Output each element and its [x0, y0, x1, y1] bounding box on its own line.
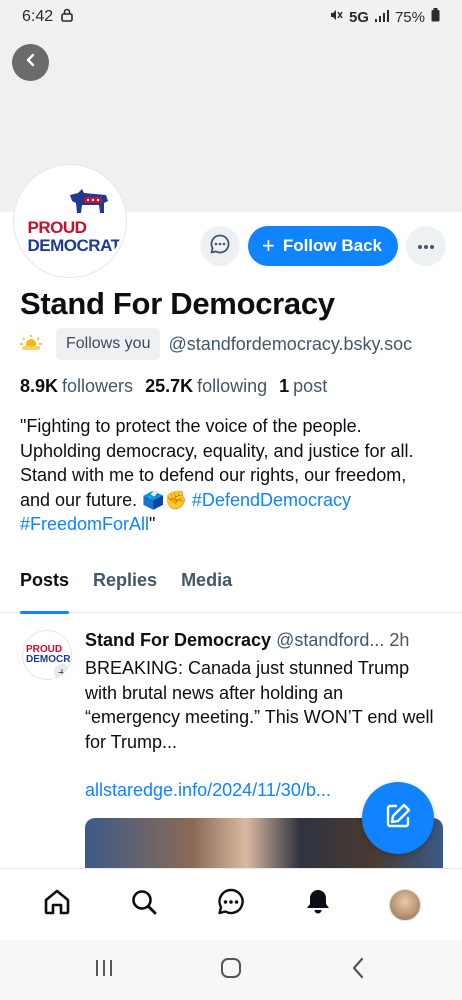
- profile-handle[interactable]: @standfordemocracy.bsky.soc: [168, 334, 412, 355]
- message-button[interactable]: [199, 226, 240, 266]
- back-system-button[interactable]: [338, 950, 378, 990]
- lock-icon: [61, 8, 73, 27]
- profile-actions: + Follow Back: [199, 226, 446, 266]
- avatar-logo-line2: DEMOCRAT: [27, 236, 121, 255]
- battery-icon: [431, 8, 440, 26]
- home-icon: [42, 887, 72, 922]
- following-label: following: [197, 376, 268, 396]
- network-type: 5G: [348, 8, 369, 26]
- compose-button[interactable]: [362, 782, 434, 854]
- posts-label: post: [293, 376, 328, 396]
- sun-cloud-icon: [18, 333, 48, 356]
- followers-stat[interactable]: 8.9K followers: [20, 376, 133, 397]
- profile-avatar[interactable]: PROUD DEMOCRAT: [14, 165, 126, 277]
- post-author-avatar[interactable]: PROUD DEMOCRAT +: [22, 630, 72, 680]
- profile-bio: "Fighting to protect the voice of the pe…: [20, 414, 440, 537]
- tab-replies[interactable]: Replies: [93, 570, 157, 613]
- status-bar: 6:42 5G 75%: [0, 0, 462, 34]
- compose-icon: [382, 800, 414, 837]
- post-avatar-logo: PROUD DEMOCRAT: [26, 645, 71, 665]
- chevron-left-icon: [351, 957, 365, 984]
- chevron-left-icon: [23, 52, 39, 73]
- profile-meta-row: Follows you @standfordemocracy.bsky.soc: [18, 328, 412, 360]
- followers-count: 8.9K: [20, 376, 59, 396]
- followers-label: followers: [62, 376, 134, 396]
- system-navigation: [0, 940, 462, 1000]
- battery-level: 75%: [394, 8, 425, 26]
- bell-icon: [303, 887, 333, 922]
- following-stat[interactable]: 25.7K following: [145, 376, 267, 397]
- home-system-button[interactable]: [211, 950, 251, 990]
- post-age: 2h: [389, 630, 410, 650]
- nav-chat[interactable]: [209, 883, 253, 927]
- recent-apps-icon: [94, 959, 114, 982]
- nav-profile[interactable]: [383, 883, 427, 927]
- profile-display-name: Stand For Democracy: [20, 286, 335, 321]
- signal-icon: [374, 9, 389, 26]
- donkey-logo-icon: [70, 189, 108, 213]
- chat-bubble-icon: [209, 233, 231, 260]
- back-button[interactable]: [12, 44, 49, 81]
- follows-you-badge: Follows you: [56, 328, 161, 360]
- user-avatar: [388, 888, 421, 921]
- follow-plus-icon[interactable]: +: [53, 663, 71, 679]
- post-author-name[interactable]: Stand For Democracy: [85, 630, 271, 650]
- plus-icon: +: [261, 233, 275, 258]
- post-text: BREAKING: Canada just stunned Trump with…: [85, 658, 434, 752]
- post-author-handle: @standford...: [276, 630, 385, 650]
- profile-stats: 8.9K followers 25.7K following 1 post: [20, 376, 327, 397]
- chat-bubble-icon: [216, 887, 246, 922]
- avatar-logo-text: PROUD DEMOCRAT: [28, 219, 121, 255]
- profile-tabs: Posts Replies Media: [0, 570, 462, 614]
- nav-home[interactable]: [35, 883, 79, 927]
- post-link[interactable]: allstaredge.info/2024/11/30/b...: [85, 780, 331, 801]
- bottom-navigation: [0, 868, 462, 940]
- tab-posts[interactable]: Posts: [20, 570, 70, 614]
- following-count: 25.7K: [145, 376, 194, 396]
- recent-apps-button[interactable]: [84, 950, 124, 990]
- bio-end: ": [149, 514, 156, 534]
- more-horizontal-icon: [417, 237, 435, 255]
- posts-count: 1: [279, 376, 290, 396]
- mute-icon: [329, 8, 343, 26]
- nav-search[interactable]: [122, 883, 166, 927]
- post-header: Stand For Democracy @standford... 2h: [85, 630, 450, 651]
- nav-notifications[interactable]: [296, 883, 340, 927]
- status-time: 6:42: [22, 8, 54, 25]
- follow-back-label: Follow Back: [282, 236, 382, 255]
- posts-stat: 1 post: [279, 376, 327, 397]
- status-time-group: 6:42: [22, 8, 73, 27]
- avatar-logo-line1: PROUD: [27, 218, 87, 237]
- tab-media[interactable]: Media: [181, 570, 232, 613]
- status-indicators: 5G 75%: [329, 8, 440, 26]
- follow-back-button[interactable]: + Follow Back: [247, 226, 398, 266]
- more-options-button[interactable]: [406, 226, 446, 266]
- search-icon: [129, 887, 159, 922]
- home-circle-icon: [220, 957, 242, 984]
